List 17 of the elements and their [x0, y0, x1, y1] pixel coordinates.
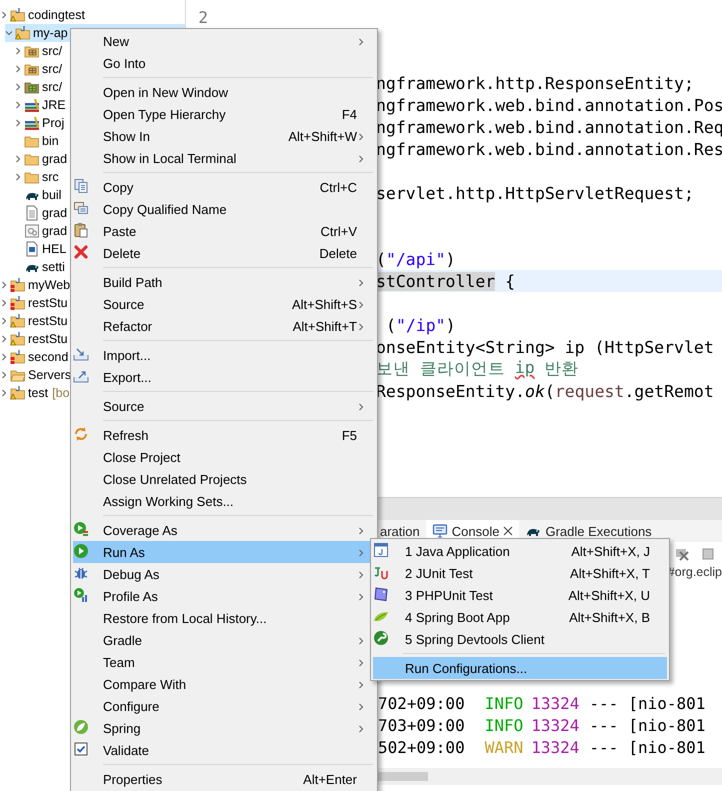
console-line: 702+09:00 INFO 13324 --- [nio-801 — [378, 692, 706, 714]
code-line: ngframework.web.bind.annotation.Pos — [376, 96, 722, 114]
tree-item-decoration: [bo — [52, 386, 70, 400]
code-line: ("/ip") — [386, 316, 456, 334]
code-line: ResponseEntity.ok(request.getRemot — [376, 382, 714, 400]
code-line: ngframework.web.bind.annotation.Res — [376, 140, 722, 158]
code-line: stController { — [376, 272, 516, 290]
line-number: 2 — [198, 8, 208, 26]
code-line: 보낸 클라이언트 ip 반환 — [376, 358, 579, 380]
console-description: #org.eclip — [668, 565, 722, 581]
code-line: ("/api") — [376, 250, 456, 268]
console-line: 502+09:00 WARN 13324 --- [nio-801 — [378, 736, 706, 758]
code-line: onseEntity<String> ip (HttpServlet — [376, 338, 714, 356]
console-line: 703+09:00 INFO 13324 --- [nio-801 — [378, 714, 706, 736]
code-line: servlet.http.HttpServletRequest; — [376, 184, 694, 202]
code-line: ngframework.web.bind.annotation.Req — [376, 118, 722, 136]
code-line: ngframework.http.ResponseEntity; — [376, 74, 694, 92]
